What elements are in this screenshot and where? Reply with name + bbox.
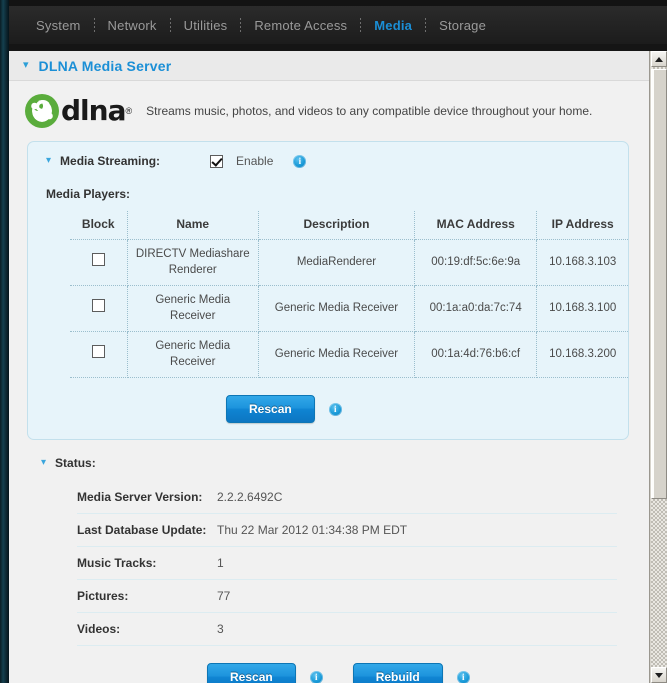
nav-item-storage[interactable]: Storage bbox=[426, 18, 499, 33]
status-section: ▾ Status: Media Server Version: 2.2.2.64… bbox=[9, 440, 649, 683]
player-ip: 10.168.3.100 bbox=[536, 285, 628, 333]
dlna-section-header[interactable]: ▾ DLNA Media Server bbox=[9, 51, 649, 81]
status-table: Media Server Version: 2.2.2.6492C Last D… bbox=[77, 481, 617, 647]
player-name: Generic Media Receiver bbox=[127, 331, 259, 379]
enable-label: Enable bbox=[236, 154, 274, 168]
column-header-description: Description bbox=[258, 211, 416, 240]
media-players-table: Block Name Description MAC Address IP Ad… bbox=[70, 211, 628, 379]
player-description: Generic Media Receiver bbox=[258, 285, 416, 333]
status-title: Status: bbox=[55, 456, 96, 471]
status-row: Music Tracks: 1 bbox=[77, 546, 617, 581]
media-players-label: Media Players: bbox=[46, 187, 131, 201]
block-checkbox[interactable] bbox=[91, 299, 105, 313]
info-icon[interactable]: i bbox=[309, 670, 323, 683]
status-row: Pictures: 77 bbox=[77, 579, 617, 614]
block-checkbox[interactable] bbox=[91, 253, 105, 267]
table-row: Generic Media Receiver Generic Media Rec… bbox=[70, 331, 628, 379]
media-streaming-panel: ▾ Media Streaming: Enable i Media Player… bbox=[27, 141, 629, 441]
nav-item-remote-access[interactable]: Remote Access bbox=[241, 18, 360, 33]
table-row: Generic Media Receiver Generic Media Rec… bbox=[70, 285, 628, 333]
status-rescan-button[interactable]: Rescan bbox=[207, 663, 296, 683]
status-header[interactable]: ▾ Status: bbox=[9, 456, 649, 470]
status-value: Thu 22 Mar 2012 01:34:38 PM EDT bbox=[217, 513, 617, 548]
status-value: 3 bbox=[217, 612, 617, 647]
left-edge-rail bbox=[0, 0, 9, 683]
nav-item-system[interactable]: System bbox=[23, 18, 94, 33]
column-header-ip-address: IP Address bbox=[536, 211, 628, 240]
status-actions: Rescan i Rebuild i bbox=[9, 663, 649, 683]
info-icon[interactable]: i bbox=[293, 154, 307, 168]
nav-item-utilities[interactable]: Utilities bbox=[171, 18, 241, 33]
content-viewport: ▾ DLNA Media Server dlna ® Streams music… bbox=[9, 51, 649, 683]
status-key: Videos: bbox=[77, 612, 217, 647]
scroll-down-button[interactable] bbox=[651, 667, 667, 683]
player-name: Generic Media Receiver bbox=[127, 285, 259, 333]
main-nav: System Network Utilities Remote Access M… bbox=[9, 6, 667, 44]
chevron-down-icon[interactable]: ▾ bbox=[46, 156, 51, 166]
vertical-scrollbar[interactable] bbox=[649, 51, 667, 683]
players-actions: Rescan i bbox=[28, 395, 628, 424]
block-cell bbox=[70, 239, 128, 287]
block-cell bbox=[70, 331, 128, 379]
player-description: Generic Media Receiver bbox=[258, 331, 416, 379]
status-key: Music Tracks: bbox=[77, 546, 217, 581]
player-mac: 00:1a:a0:da:7c:74 bbox=[414, 285, 538, 333]
status-row: Media Server Version: 2.2.2.6492C bbox=[77, 481, 617, 515]
dlna-mark-icon bbox=[25, 94, 59, 128]
block-cell bbox=[70, 285, 128, 333]
page-title: DLNA Media Server bbox=[38, 57, 172, 74]
table-header-row: Block Name Description MAC Address IP Ad… bbox=[70, 211, 628, 240]
column-header-mac-address: MAC Address bbox=[414, 211, 538, 240]
status-key: Pictures: bbox=[77, 579, 217, 614]
status-row: Videos: 3 bbox=[77, 612, 617, 647]
dlna-wordmark: dlna bbox=[61, 94, 126, 127]
nav-item-network[interactable]: Network bbox=[95, 18, 170, 33]
player-ip: 10.168.3.103 bbox=[536, 239, 628, 287]
app-window: System Network Utilities Remote Access M… bbox=[0, 0, 667, 683]
player-mac: 00:1a:4d:76:b6:cf bbox=[414, 331, 538, 379]
media-streaming-label: Media Streaming: bbox=[60, 154, 161, 168]
media-streaming-row: ▾ Media Streaming: Enable i bbox=[28, 154, 628, 168]
status-value: 2.2.2.6492C bbox=[217, 481, 617, 515]
info-icon[interactable]: i bbox=[456, 670, 470, 683]
status-value: 77 bbox=[217, 579, 617, 614]
status-value: 1 bbox=[217, 546, 617, 581]
status-key: Last Database Update: bbox=[77, 513, 217, 548]
dlna-registered-mark: ® bbox=[125, 106, 133, 116]
dlna-swirl-icon bbox=[31, 100, 53, 121]
dlna-banner: dlna ® Streams music, photos, and videos… bbox=[9, 81, 649, 139]
chevron-down-icon[interactable]: ▾ bbox=[23, 60, 29, 71]
triangle-up-icon bbox=[655, 56, 663, 62]
block-checkbox[interactable] bbox=[91, 345, 105, 359]
scrollbar-thumb[interactable] bbox=[651, 69, 667, 499]
column-header-name: Name bbox=[127, 211, 259, 240]
player-name: DIRECTV Mediashare Renderer bbox=[127, 239, 259, 287]
table-row: DIRECTV Mediashare Renderer MediaRendere… bbox=[70, 239, 628, 287]
triangle-down-icon bbox=[655, 672, 663, 678]
dlna-tagline: Streams music, photos, and videos to any… bbox=[146, 104, 593, 118]
scroll-up-button[interactable] bbox=[651, 51, 667, 67]
nav-item-media[interactable]: Media bbox=[361, 18, 425, 33]
status-key: Media Server Version: bbox=[77, 481, 217, 515]
chevron-down-icon[interactable]: ▾ bbox=[41, 458, 46, 468]
column-header-block: Block bbox=[70, 211, 128, 240]
rebuild-button[interactable]: Rebuild bbox=[352, 663, 443, 683]
rescan-button[interactable]: Rescan bbox=[226, 395, 315, 424]
player-description: MediaRenderer bbox=[258, 239, 416, 287]
player-ip: 10.168.3.200 bbox=[536, 331, 628, 379]
nav-underline bbox=[9, 44, 667, 51]
player-mac: 00:19:df:5c:6e:9a bbox=[414, 239, 538, 287]
dlna-logo: dlna ® bbox=[25, 94, 132, 128]
enable-streaming-checkbox[interactable] bbox=[210, 154, 224, 168]
dlna-section-body: dlna ® Streams music, photos, and videos… bbox=[9, 81, 649, 683]
status-row: Last Database Update: Thu 22 Mar 2012 01… bbox=[77, 513, 617, 548]
info-icon[interactable]: i bbox=[328, 402, 342, 416]
